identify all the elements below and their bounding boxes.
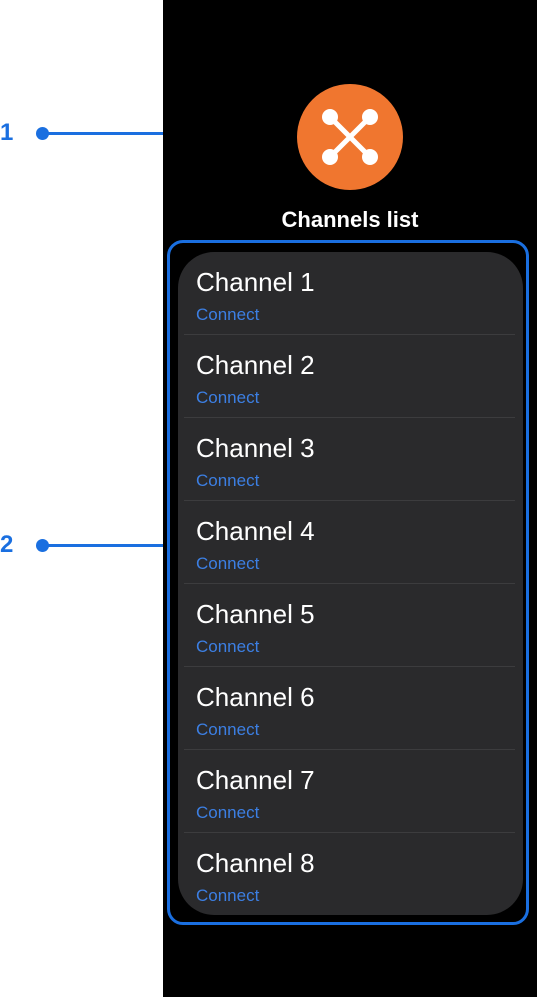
callout-highlight-box-2 <box>167 240 529 925</box>
callout-line-2 <box>42 544 169 547</box>
annotated-screenshot: 1 2 Channels list Channel 1 Connect Chan… <box>0 0 537 997</box>
callout-label-1: 1 <box>0 119 14 146</box>
callout-label-2: 2 <box>0 531 14 558</box>
page-title: Channels list <box>281 207 419 232</box>
network-hub-icon[interactable] <box>297 84 403 190</box>
network-hub-glyph <box>322 109 378 165</box>
